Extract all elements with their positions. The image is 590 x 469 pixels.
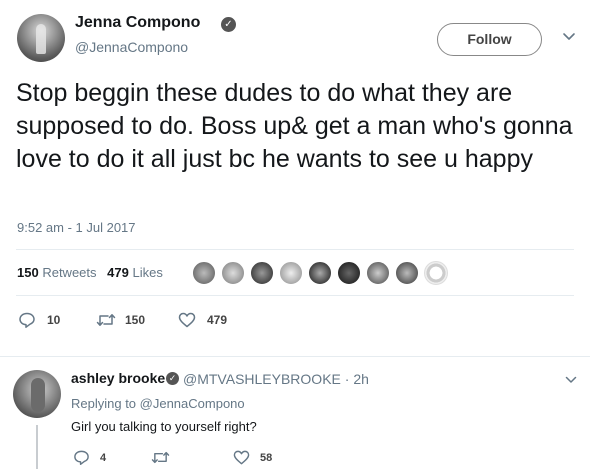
tweet-text: Stop beggin these dudes to do what they … bbox=[16, 79, 573, 173]
divider bbox=[16, 295, 574, 296]
retweets-stat[interactable]: 150 Retweets bbox=[17, 265, 97, 280]
chevron-down-icon[interactable] bbox=[560, 28, 578, 46]
reply-author-avatar[interactable] bbox=[13, 370, 61, 418]
reply-author-handle[interactable]: @MTVASHLEYBROOKE bbox=[183, 371, 341, 387]
tweet-stats: 150 Retweets 479 Likes bbox=[17, 265, 163, 280]
retweets-count: 150 bbox=[17, 265, 39, 280]
divider bbox=[16, 249, 574, 250]
reply-text: Girl you talking to yourself right? bbox=[71, 419, 257, 434]
reply-icon bbox=[74, 450, 89, 466]
reply-author-name[interactable]: ashley brooke bbox=[71, 370, 165, 386]
liker-avatar[interactable] bbox=[395, 261, 419, 285]
reply-icon bbox=[19, 312, 35, 328]
reply-author-meta: @MTVASHLEYBROOKE · 2h bbox=[183, 371, 369, 387]
likes-label: Likes bbox=[132, 265, 163, 280]
retweet-count: 150 bbox=[125, 313, 146, 327]
heart-icon bbox=[233, 450, 250, 465]
liker-avatar[interactable] bbox=[424, 261, 448, 285]
retweets-label: Retweets bbox=[42, 265, 97, 280]
tweet-timestamp[interactable]: 9:52 am - 1 Jul 2017 bbox=[17, 220, 136, 235]
thread-line bbox=[36, 425, 38, 469]
avatar-figure bbox=[36, 24, 46, 54]
retweet-icon bbox=[151, 451, 170, 464]
liker-avatar[interactable] bbox=[366, 261, 390, 285]
author-name[interactable]: Jenna Compono bbox=[75, 14, 200, 32]
reply-count: 10 bbox=[47, 313, 61, 327]
verified-badge-icon: ✓ bbox=[221, 17, 236, 32]
likes-count: 479 bbox=[107, 265, 129, 280]
follow-button[interactable]: Follow bbox=[437, 23, 542, 56]
liker-avatar[interactable] bbox=[279, 261, 303, 285]
avatar-figure bbox=[31, 378, 45, 412]
like-count: 479 bbox=[207, 313, 228, 327]
liker-avatar[interactable] bbox=[308, 261, 332, 285]
liker-avatar[interactable] bbox=[192, 261, 216, 285]
chevron-down-icon[interactable] bbox=[563, 372, 579, 388]
verified-badge-icon: ✓ bbox=[166, 372, 179, 385]
replying-to[interactable]: Replying to @JennaCompono bbox=[71, 396, 245, 411]
likes-stat[interactable]: 479 Likes bbox=[107, 265, 163, 280]
author-handle[interactable]: @JennaCompono bbox=[75, 39, 188, 55]
like-count: 58 bbox=[260, 452, 273, 464]
liker-avatar[interactable] bbox=[337, 261, 361, 285]
liker-avatar[interactable] bbox=[221, 261, 245, 285]
section-separator bbox=[0, 356, 590, 357]
author-avatar[interactable] bbox=[17, 14, 65, 62]
retweet-icon bbox=[96, 314, 116, 326]
reply-time[interactable]: 2h bbox=[353, 371, 369, 387]
dot-separator: · bbox=[340, 371, 354, 387]
reply-count: 4 bbox=[100, 452, 107, 464]
liker-avatar[interactable] bbox=[250, 261, 274, 285]
heart-icon bbox=[178, 312, 196, 328]
